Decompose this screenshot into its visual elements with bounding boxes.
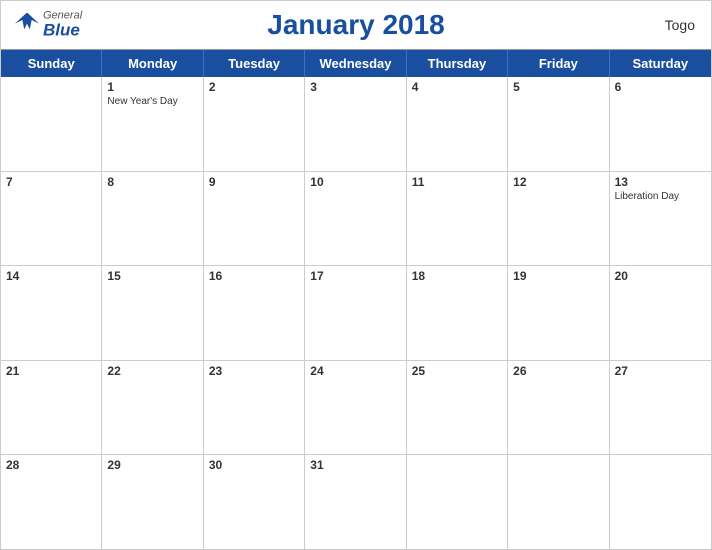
day-cell: 9 xyxy=(204,172,305,266)
day-cell: 19 xyxy=(508,266,609,360)
day-header-thursday: Thursday xyxy=(407,50,508,77)
day-number: 2 xyxy=(209,80,299,94)
bird-icon xyxy=(13,11,41,39)
day-number: 30 xyxy=(209,458,299,472)
day-header-friday: Friday xyxy=(508,50,609,77)
logo-text: General Blue xyxy=(43,10,82,41)
day-number: 9 xyxy=(209,175,299,189)
day-number: 16 xyxy=(209,269,299,283)
day-cell: 10 xyxy=(305,172,406,266)
day-number: 13 xyxy=(615,175,706,189)
day-cell: 22 xyxy=(102,361,203,455)
day-number: 14 xyxy=(6,269,96,283)
day-number: 7 xyxy=(6,175,96,189)
day-header-wednesday: Wednesday xyxy=(305,50,406,77)
week-row-4: 28 29 30 31 xyxy=(1,455,711,549)
calendar-title: January 2018 xyxy=(267,9,444,41)
day-number: 28 xyxy=(6,458,96,472)
day-cell: 29 xyxy=(102,455,203,549)
day-cell: 26 xyxy=(508,361,609,455)
day-number: 24 xyxy=(310,364,400,378)
holiday-name: New Year's Day xyxy=(107,96,197,108)
day-cell: 20 xyxy=(610,266,711,360)
day-header-tuesday: Tuesday xyxy=(204,50,305,77)
day-cell: 1 New Year's Day xyxy=(102,77,203,171)
day-number: 12 xyxy=(513,175,603,189)
day-number: 18 xyxy=(412,269,502,283)
day-cell xyxy=(610,455,711,549)
week-row-2: 14 15 16 17 18 19 20 xyxy=(1,266,711,361)
day-cell: 2 xyxy=(204,77,305,171)
day-cell: 28 xyxy=(1,455,102,549)
day-cell: 17 xyxy=(305,266,406,360)
day-cell: 15 xyxy=(102,266,203,360)
day-cell xyxy=(508,455,609,549)
day-number: 19 xyxy=(513,269,603,283)
day-cell: 8 xyxy=(102,172,203,266)
day-cell: 13 Liberation Day xyxy=(610,172,711,266)
week-row-3: 21 22 23 24 25 26 27 xyxy=(1,361,711,456)
day-number: 5 xyxy=(513,80,603,94)
day-number: 10 xyxy=(310,175,400,189)
day-cell: 12 xyxy=(508,172,609,266)
day-cell: 24 xyxy=(305,361,406,455)
logo: General Blue xyxy=(13,10,82,41)
logo-line2: Blue xyxy=(43,22,82,41)
calendar-header: General Blue January 2018 Togo xyxy=(1,1,711,49)
day-cell: 5 xyxy=(508,77,609,171)
day-cell: 18 xyxy=(407,266,508,360)
day-cell: 25 xyxy=(407,361,508,455)
day-number: 11 xyxy=(412,175,502,189)
day-header-saturday: Saturday xyxy=(610,50,711,77)
day-cell: 7 xyxy=(1,172,102,266)
day-number: 8 xyxy=(107,175,197,189)
week-row-0: 1 New Year's Day 23456 xyxy=(1,77,711,172)
day-cell: 11 xyxy=(407,172,508,266)
day-number: 3 xyxy=(310,80,400,94)
day-number: 20 xyxy=(615,269,706,283)
day-cell: 31 xyxy=(305,455,406,549)
week-row-1: 789 10 11 12 13 Liberation Day xyxy=(1,172,711,267)
day-number: 29 xyxy=(107,458,197,472)
day-number: 26 xyxy=(513,364,603,378)
day-number: 4 xyxy=(412,80,502,94)
calendar-page: General Blue January 2018 Togo SundayMon… xyxy=(0,0,712,550)
country-label: Togo xyxy=(665,17,695,33)
day-cell: 30 xyxy=(204,455,305,549)
day-number: 15 xyxy=(107,269,197,283)
holiday-name: Liberation Day xyxy=(615,191,706,203)
day-cell xyxy=(407,455,508,549)
day-number: 21 xyxy=(6,364,96,378)
day-cell: 27 xyxy=(610,361,711,455)
day-cell: 23 xyxy=(204,361,305,455)
day-cell xyxy=(1,77,102,171)
day-cell: 21 xyxy=(1,361,102,455)
day-number: 22 xyxy=(107,364,197,378)
day-headers-row: SundayMondayTuesdayWednesdayThursdayFrid… xyxy=(1,50,711,77)
day-cell: 3 xyxy=(305,77,406,171)
day-number: 17 xyxy=(310,269,400,283)
day-cell: 14 xyxy=(1,266,102,360)
day-number: 27 xyxy=(615,364,706,378)
day-number: 6 xyxy=(615,80,706,94)
day-number: 23 xyxy=(209,364,299,378)
day-header-monday: Monday xyxy=(102,50,203,77)
day-number: 25 xyxy=(412,364,502,378)
weeks-container: 1New Year's Day2345678910111213Liberatio… xyxy=(1,77,711,549)
day-number: 1 xyxy=(107,80,197,94)
day-cell: 4 xyxy=(407,77,508,171)
day-number: 31 xyxy=(310,458,400,472)
day-header-sunday: Sunday xyxy=(1,50,102,77)
calendar-grid: SundayMondayTuesdayWednesdayThursdayFrid… xyxy=(1,49,711,549)
day-cell: 16 xyxy=(204,266,305,360)
day-cell: 6 xyxy=(610,77,711,171)
